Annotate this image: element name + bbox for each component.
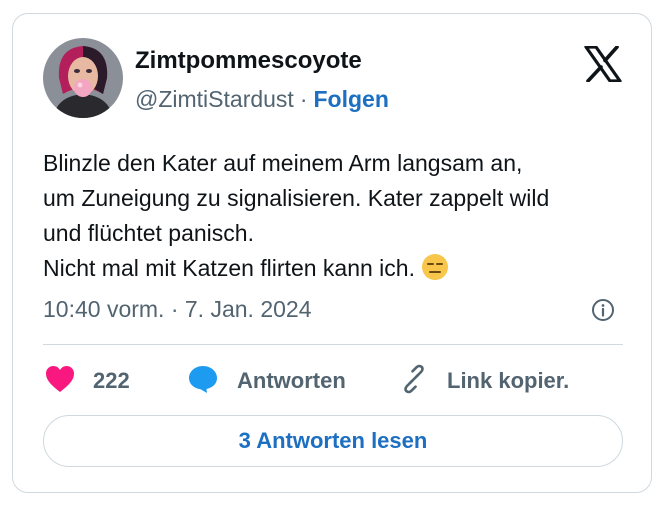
speech-bubble-icon [187, 364, 219, 399]
user-handle[interactable]: @ZimtiStardust [135, 86, 294, 112]
like-count: 222 [93, 368, 130, 393]
tweet-line: Nicht mal mit Katzen flirten kann ich. [43, 255, 415, 281]
heart-icon [45, 365, 75, 398]
handle-separator: · [299, 86, 308, 112]
x-logo-icon[interactable] [583, 45, 623, 83]
follow-button[interactable]: Folgen [314, 86, 389, 112]
timestamp[interactable]: 10:40 vorm. · 7. Jan. 2024 [43, 294, 312, 324]
info-icon[interactable] [591, 298, 615, 322]
like-button[interactable]: 222 [45, 364, 130, 398]
handle-row: @ZimtiStardust · Folgen [135, 84, 389, 114]
tweet-card: Zimtpommescoyote @ZimtiStardust · Folgen B… [12, 13, 652, 493]
read-replies-button[interactable]: 3 Antworten lesen [43, 415, 623, 467]
read-replies-label: 3 Antworten lesen [238, 428, 428, 453]
display-name[interactable]: Zimtpommescoyote [135, 46, 362, 76]
reply-button[interactable]: Antworten [187, 364, 346, 398]
tweet-line: und flüchtet panisch. [43, 220, 254, 246]
tweet-line-last: Nicht mal mit Katzen flirten kann ich. [43, 251, 633, 291]
reply-label: Antworten [237, 368, 346, 393]
expressionless-face-icon [421, 253, 449, 291]
copy-link-label: Link kopier. [447, 368, 570, 393]
avatar[interactable] [43, 38, 123, 118]
tweet-text: Blinzle den Kater auf meinem Arm langsam… [43, 146, 633, 291]
divider [43, 344, 623, 345]
copy-link-button[interactable]: Link kopier. [399, 364, 569, 398]
tweet-line: Blinzle den Kater auf meinem Arm langsam… [43, 150, 523, 176]
link-icon [399, 364, 429, 399]
tweet-line: um Zuneigung zu signalisieren. Kater zap… [43, 185, 550, 211]
